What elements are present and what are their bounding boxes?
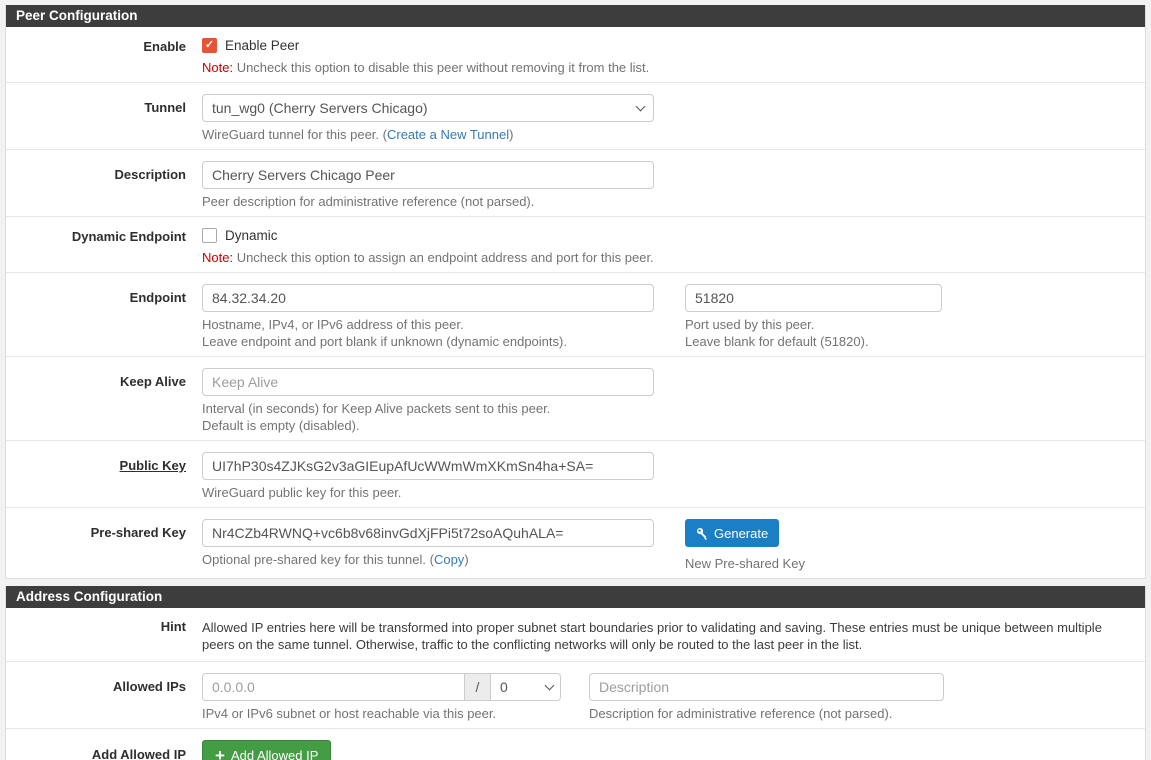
hint-label: Hint bbox=[6, 618, 202, 653]
enable-label: Enable bbox=[6, 38, 202, 76]
description-label: Description bbox=[6, 161, 202, 210]
endpoint-help-line2: Leave endpoint and port blank if unknown… bbox=[202, 333, 654, 350]
psk-help-text: Optional pre-shared key for this tunnel.… bbox=[202, 552, 434, 567]
row-pre-shared-key: Pre-shared Key Optional pre-shared key f… bbox=[6, 507, 1145, 578]
row-allowed-ips: Allowed IPs / 0 IPv4 or IPv6 subnet bbox=[6, 661, 1145, 728]
row-keep-alive: Keep Alive Interval (in seconds) for Kee… bbox=[6, 356, 1145, 440]
generate-button-label: Generate bbox=[714, 526, 768, 541]
plus-icon: + bbox=[215, 747, 225, 760]
subnet-separator: / bbox=[465, 673, 491, 701]
tunnel-help: WireGuard tunnel for this peer. (Create … bbox=[202, 126, 1125, 143]
generate-help: New Pre-shared Key bbox=[685, 555, 805, 572]
allowed-ip-description-input[interactable] bbox=[589, 673, 944, 701]
address-configuration-header: Address Configuration bbox=[6, 586, 1145, 608]
allowed-ip-description-help: Description for administrative reference… bbox=[589, 705, 944, 722]
note-text: Uncheck this option to assign an endpoin… bbox=[233, 250, 654, 265]
allowed-ip-help: IPv4 or IPv6 subnet or host reachable vi… bbox=[202, 705, 561, 722]
pre-shared-key-label: Pre-shared Key bbox=[6, 519, 202, 572]
keep-alive-input[interactable] bbox=[202, 368, 654, 396]
allowed-ips-label: Allowed IPs bbox=[6, 673, 202, 722]
row-description: Description Peer description for adminis… bbox=[6, 149, 1145, 216]
note-prefix: Note: bbox=[202, 250, 233, 265]
row-add-allowed-ip: Add Allowed IP + Add Allowed IP bbox=[6, 728, 1145, 760]
hint-text: Allowed IP entries here will be transfor… bbox=[202, 618, 1125, 653]
description-input[interactable] bbox=[202, 161, 654, 189]
add-allowed-ip-button-label: Add Allowed IP bbox=[231, 748, 318, 760]
port-help-line1: Port used by this peer. bbox=[685, 316, 942, 333]
row-public-key: Public Key WireGuard public key for this… bbox=[6, 440, 1145, 507]
description-help: Peer description for administrative refe… bbox=[202, 193, 1125, 210]
dynamic-note: Note: Uncheck this option to assign an e… bbox=[202, 249, 1125, 266]
keep-alive-help-line2: Default is empty (disabled). bbox=[202, 417, 1125, 434]
row-hint: Hint Allowed IP entries here will be tra… bbox=[6, 608, 1145, 661]
tunnel-help-suffix: ) bbox=[509, 127, 513, 142]
endpoint-address-input[interactable] bbox=[202, 284, 654, 312]
peer-configuration-header: Peer Configuration bbox=[6, 5, 1145, 27]
endpoint-port-input[interactable] bbox=[685, 284, 942, 312]
address-configuration-panel: Address Configuration Hint Allowed IP en… bbox=[5, 586, 1146, 760]
add-allowed-ip-button[interactable]: + Add Allowed IP bbox=[202, 740, 331, 760]
enable-peer-checkbox-label: Enable Peer bbox=[225, 38, 299, 53]
check-icon: ✓ bbox=[205, 40, 214, 51]
key-icon bbox=[696, 527, 709, 540]
enable-note: Note: Uncheck this option to disable thi… bbox=[202, 59, 1125, 76]
row-dynamic-endpoint: Dynamic Endpoint ✓ Dynamic Note: Uncheck… bbox=[6, 216, 1145, 272]
note-prefix: Note: bbox=[202, 60, 233, 75]
endpoint-address-help: Hostname, IPv4, or IPv6 address of this … bbox=[202, 316, 654, 350]
row-tunnel: Tunnel tun_wg0 (Cherry Servers Chicago) … bbox=[6, 82, 1145, 149]
panel-title: Address Configuration bbox=[16, 589, 162, 604]
dynamic-endpoint-label: Dynamic Endpoint bbox=[6, 228, 202, 266]
allowed-ip-input[interactable] bbox=[202, 673, 465, 701]
keep-alive-help: Interval (in seconds) for Keep Alive pac… bbox=[202, 400, 1125, 434]
pre-shared-key-help: Optional pre-shared key for this tunnel.… bbox=[202, 551, 654, 568]
public-key-input[interactable] bbox=[202, 452, 654, 480]
endpoint-port-help: Port used by this peer. Leave blank for … bbox=[685, 316, 942, 350]
dynamic-checkbox-label: Dynamic bbox=[225, 228, 278, 243]
public-key-help: WireGuard public key for this peer. bbox=[202, 484, 1125, 501]
create-new-tunnel-link[interactable]: Create a New Tunnel bbox=[387, 127, 509, 142]
row-endpoint: Endpoint Hostname, IPv4, or IPv6 address… bbox=[6, 272, 1145, 356]
add-allowed-ip-label: Add Allowed IP bbox=[6, 740, 202, 760]
public-key-label: Public Key bbox=[6, 452, 202, 501]
generate-button[interactable]: Generate bbox=[685, 519, 779, 547]
keep-alive-help-line1: Interval (in seconds) for Keep Alive pac… bbox=[202, 400, 1125, 417]
tunnel-label: Tunnel bbox=[6, 94, 202, 143]
enable-peer-checkbox[interactable]: ✓ bbox=[202, 38, 217, 53]
copy-link[interactable]: Copy bbox=[434, 552, 464, 567]
pre-shared-key-input[interactable] bbox=[202, 519, 654, 547]
subnet-mask-select[interactable]: 0 bbox=[491, 673, 561, 701]
tunnel-help-text: WireGuard tunnel for this peer. ( bbox=[202, 127, 387, 142]
endpoint-label: Endpoint bbox=[6, 284, 202, 350]
public-key-label-text: Public Key bbox=[120, 458, 186, 473]
note-text: Uncheck this option to disable this peer… bbox=[233, 60, 649, 75]
peer-configuration-panel: Peer Configuration Enable ✓ Enable Peer … bbox=[5, 5, 1146, 579]
port-help-line2: Leave blank for default (51820). bbox=[685, 333, 942, 350]
tunnel-select[interactable]: tun_wg0 (Cherry Servers Chicago) bbox=[202, 94, 654, 122]
panel-title: Peer Configuration bbox=[16, 8, 138, 23]
row-enable: Enable ✓ Enable Peer Note: Uncheck this … bbox=[6, 27, 1145, 82]
keep-alive-label: Keep Alive bbox=[6, 368, 202, 434]
psk-help-suffix: ) bbox=[464, 552, 468, 567]
dynamic-checkbox[interactable]: ✓ bbox=[202, 228, 217, 243]
endpoint-help-line1: Hostname, IPv4, or IPv6 address of this … bbox=[202, 316, 654, 333]
